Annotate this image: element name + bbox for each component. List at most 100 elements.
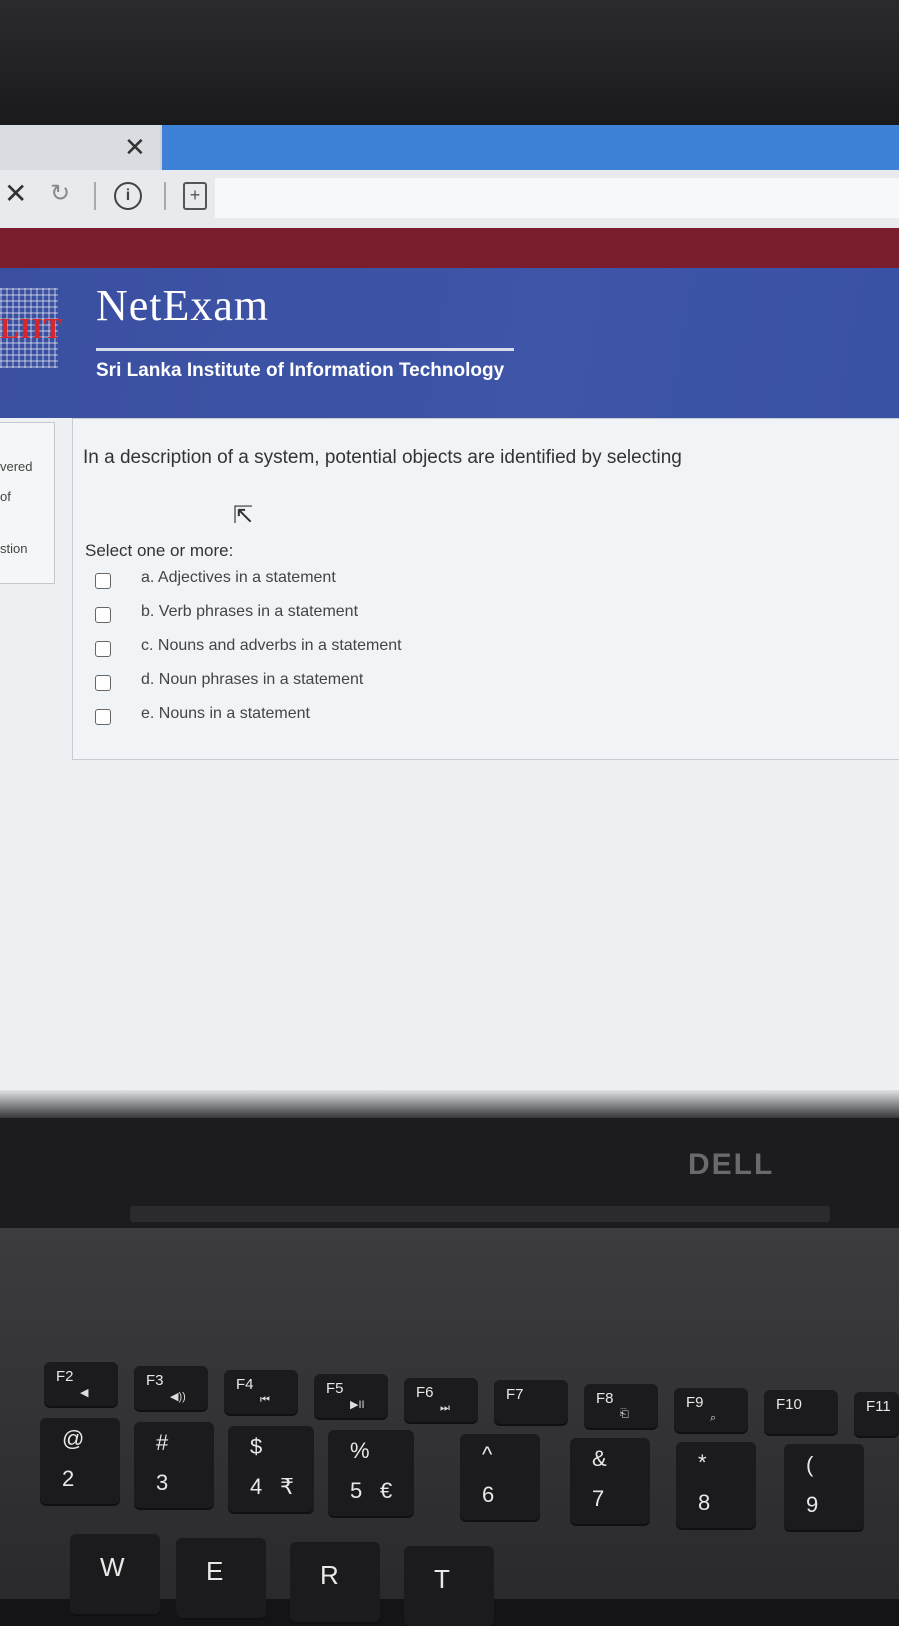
key-w[interactable]: W bbox=[70, 1534, 160, 1614]
key-label: F11 bbox=[866, 1398, 891, 1415]
key-label: E bbox=[206, 1556, 224, 1586]
key-shift-label: ^ bbox=[482, 1442, 493, 1467]
key-f7[interactable]: F7 bbox=[494, 1380, 568, 1424]
key-label: T bbox=[434, 1564, 450, 1594]
screen-bezel-top bbox=[0, 0, 899, 125]
key-shift-label: & bbox=[592, 1446, 607, 1471]
key-2[interactable]: @ 2 bbox=[40, 1418, 120, 1504]
answer-checkbox[interactable] bbox=[95, 607, 111, 623]
key-3[interactable]: # 3 bbox=[134, 1422, 214, 1508]
key-shift-label: @ bbox=[62, 1426, 85, 1451]
key-7[interactable]: & 7 bbox=[570, 1438, 650, 1524]
key-6[interactable]: ^ 6 bbox=[460, 1434, 540, 1520]
site-top-strip bbox=[0, 228, 899, 268]
brand-underline bbox=[96, 348, 514, 351]
key-label: F7 bbox=[506, 1386, 524, 1403]
stop-icon[interactable]: ✕ bbox=[4, 178, 27, 210]
key-label: 8 bbox=[698, 1490, 711, 1515]
question-status: vered bbox=[0, 459, 33, 474]
key-label: F9 bbox=[686, 1394, 704, 1411]
browser-tab[interactable]: ✕ bbox=[0, 125, 160, 170]
key-shift-label: # bbox=[156, 1430, 169, 1455]
answer-label[interactable]: e. Nouns in a statement bbox=[141, 705, 310, 723]
question-mark-label: of bbox=[0, 489, 11, 504]
key-f6[interactable]: F6 ⏭ bbox=[404, 1378, 478, 1422]
key-shift-label: * bbox=[698, 1450, 707, 1475]
question-text: In a description of a system, potential … bbox=[83, 447, 682, 468]
key-t[interactable]: T bbox=[404, 1546, 494, 1626]
play-pause-icon: ▶II bbox=[350, 1399, 365, 1411]
reload-icon[interactable]: ↻ bbox=[50, 178, 70, 210]
key-shift-label: ( bbox=[806, 1452, 814, 1477]
key-label: F5 bbox=[326, 1380, 344, 1397]
institute-name: Sri Lanka Institute of Information Techn… bbox=[96, 360, 505, 381]
question-info-panel: vered of stion bbox=[0, 422, 55, 584]
exam-page: vered of stion In a description of a sys… bbox=[0, 418, 899, 1118]
key-label: F10 bbox=[776, 1396, 802, 1413]
key-r[interactable]: R bbox=[290, 1542, 380, 1622]
key-label: R bbox=[320, 1560, 339, 1590]
key-label: W bbox=[100, 1552, 125, 1582]
browser-tab-strip bbox=[162, 125, 899, 170]
key-8[interactable]: * 8 bbox=[676, 1442, 756, 1528]
key-label: F6 bbox=[416, 1384, 434, 1401]
extension-icon[interactable]: + bbox=[183, 182, 207, 210]
screen-bottom-edge bbox=[0, 1090, 899, 1120]
answer-label[interactable]: c. Nouns and adverbs in a statement bbox=[141, 637, 402, 655]
answer-checkbox[interactable] bbox=[95, 675, 111, 691]
key-shift-label: % bbox=[350, 1438, 370, 1463]
key-label: 9 bbox=[806, 1492, 819, 1517]
key-label: F4 bbox=[236, 1376, 254, 1393]
site-header: LIIT NetExam Sri Lanka Institute of Info… bbox=[0, 268, 899, 418]
key-f10[interactable]: F10 bbox=[764, 1390, 838, 1434]
key-5[interactable]: % 5 € bbox=[328, 1430, 414, 1516]
key-f5[interactable]: F5 ▶II bbox=[314, 1374, 388, 1418]
toolbar-divider bbox=[94, 182, 96, 210]
dell-logo: DELL bbox=[688, 1148, 775, 1181]
key-label: F2 bbox=[56, 1368, 74, 1385]
key-label: F8 bbox=[596, 1390, 614, 1407]
key-f4[interactable]: F4 ⏮ bbox=[224, 1370, 298, 1414]
laptop-hinge bbox=[130, 1206, 830, 1222]
close-icon[interactable]: ✕ bbox=[124, 133, 146, 161]
key-shift-label: $ bbox=[250, 1434, 263, 1459]
toolbar-divider bbox=[164, 182, 166, 210]
next-track-icon: ⏭ bbox=[440, 1402, 450, 1414]
previous-track-icon: ⏮ bbox=[260, 1394, 270, 1406]
key-f2[interactable]: F2 ◀ bbox=[44, 1362, 118, 1406]
key-f11[interactable]: F11 bbox=[854, 1392, 899, 1436]
volume-mute-icon: ◀ bbox=[80, 1387, 89, 1399]
key-f9[interactable]: F9 ⌕ bbox=[674, 1388, 748, 1432]
key-f8[interactable]: F8 ⎗ bbox=[584, 1384, 658, 1428]
flag-question-label[interactable]: stion bbox=[0, 541, 27, 556]
key-label: 6 bbox=[482, 1482, 495, 1507]
answer-prompt: Select one or more: bbox=[85, 541, 234, 560]
key-4[interactable]: $ 4 ₹ bbox=[228, 1426, 314, 1512]
volume-up-icon: ◀)) bbox=[170, 1391, 186, 1403]
logo-text: LIIT bbox=[0, 314, 64, 345]
key-label: 4 bbox=[250, 1474, 263, 1499]
key-label: 3 bbox=[156, 1470, 169, 1495]
key-e[interactable]: E bbox=[176, 1538, 266, 1618]
answer-checkbox[interactable] bbox=[95, 573, 111, 589]
answer-label[interactable]: b. Verb phrases in a statement bbox=[141, 603, 358, 621]
answer-label[interactable]: a. Adjectives in a statement bbox=[141, 569, 336, 587]
display-switch-icon: ⎗ bbox=[620, 1408, 629, 1420]
euro-symbol: € bbox=[380, 1478, 393, 1503]
site-brand: NetExam bbox=[96, 281, 270, 330]
mouse-cursor-icon: ⇱ bbox=[233, 502, 254, 529]
search-icon: ⌕ bbox=[710, 1412, 717, 1424]
answer-checkbox[interactable] bbox=[95, 709, 111, 725]
address-bar[interactable] bbox=[215, 178, 899, 218]
key-9[interactable]: ( 9 bbox=[784, 1444, 864, 1530]
answer-checkbox[interactable] bbox=[95, 641, 111, 657]
key-label: 7 bbox=[592, 1486, 605, 1511]
site-info-icon[interactable]: i bbox=[114, 182, 142, 210]
browser-tab-bar: ✕ bbox=[0, 125, 899, 170]
key-f3[interactable]: F3 ◀)) bbox=[134, 1366, 208, 1410]
answer-label[interactable]: d. Noun phrases in a statement bbox=[141, 671, 363, 689]
screen-bezel-bottom: DELL bbox=[0, 1118, 899, 1228]
key-label: F3 bbox=[146, 1372, 164, 1389]
question-box: In a description of a system, potential … bbox=[72, 418, 899, 760]
key-label: 2 bbox=[62, 1466, 75, 1491]
